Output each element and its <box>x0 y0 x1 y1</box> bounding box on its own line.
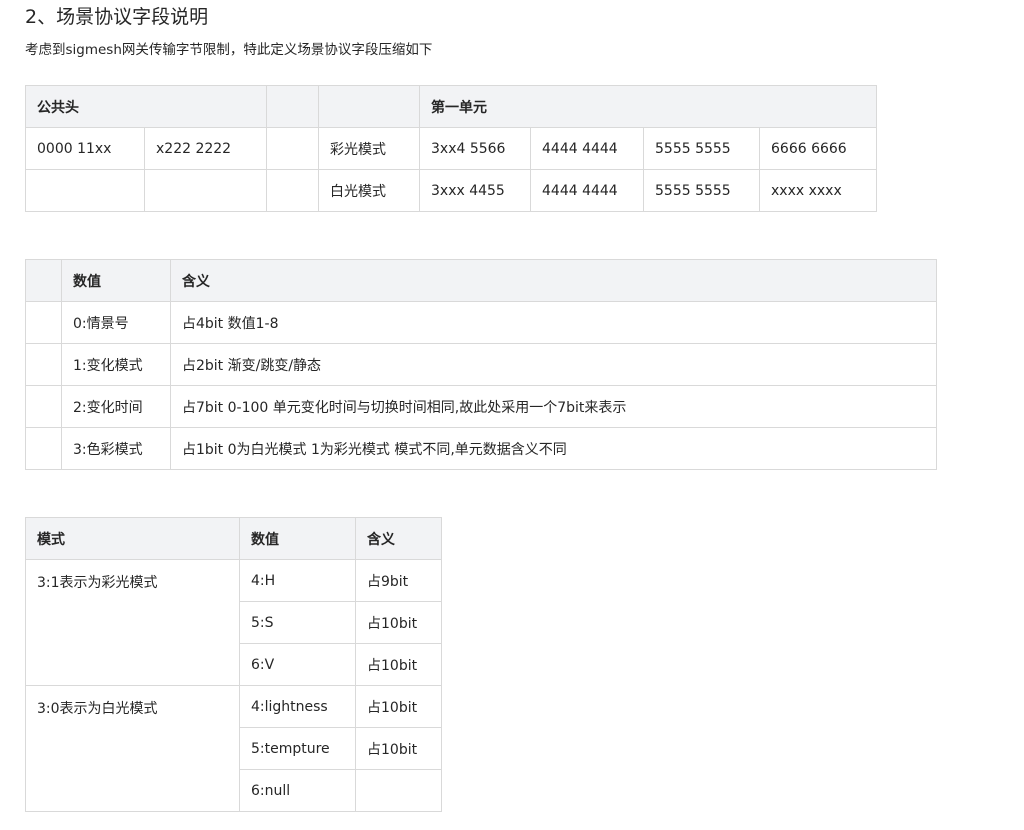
header-first-unit: 第一单元 <box>419 85 877 128</box>
table-cell <box>144 169 267 212</box>
table-cell: 占10bit <box>355 643 442 686</box>
header-value: 数值 <box>239 517 356 560</box>
table-cell: 占10bit <box>355 685 442 728</box>
header-value: 数值 <box>61 259 171 302</box>
table-cell: xxxx xxxx <box>759 169 877 212</box>
field-meaning-table: 数值 含义 0:情景号 占4bit 数值1-8 1:变化模式 占2bit 渐变/… <box>25 259 937 470</box>
table-cell: 4:lightness <box>239 685 356 728</box>
table-cell <box>25 343 62 386</box>
table-cell: 占9bit <box>355 559 442 602</box>
intro-text: 考虑到sigmesh网关传输字节限制，特此定义场景协议字段压缩如下 <box>25 42 433 58</box>
table-cell: x222 2222 <box>144 127 267 170</box>
table-cell-mode: 3:0表示为白光模式 <box>25 685 240 812</box>
table-row: 1:变化模式 占2bit 渐变/跳变/静态 <box>25 343 937 386</box>
table-cell: 3:色彩模式 <box>61 427 171 470</box>
table-header-row: 数值 含义 <box>25 259 937 302</box>
table-cell: 5:tempture <box>239 727 356 770</box>
header-empty <box>266 85 319 128</box>
table-header-row: 模式 数值 含义 <box>25 517 442 560</box>
table-cell: 0000 11xx <box>25 127 145 170</box>
table-cell-mode: 3:1表示为彩光模式 <box>25 559 240 686</box>
header-empty <box>318 85 420 128</box>
table-row: 3:0表示为白光模式 4:lightness 占10bit <box>25 685 442 812</box>
table-cell: 6:null <box>239 769 356 812</box>
table-cell: 5555 5555 <box>643 169 760 212</box>
table-row: 0000 11xx x222 2222 彩光模式 3xx4 5566 4444 … <box>25 127 877 170</box>
table-cell: 4:H <box>239 559 356 602</box>
table-cell: 5555 5555 <box>643 127 760 170</box>
table-cell: 占10bit <box>355 601 442 644</box>
header-empty <box>25 259 62 302</box>
table-cell: 0:情景号 <box>61 301 171 344</box>
table-cell: 6666 6666 <box>759 127 877 170</box>
table-cell: 2:变化时间 <box>61 385 171 428</box>
table-cell: 6:V <box>239 643 356 686</box>
table-row: 0:情景号 占4bit 数值1-8 <box>25 301 937 344</box>
table-cell <box>25 427 62 470</box>
table-row: 2:变化时间 占7bit 0-100 单元变化时间与切换时间相同,故此处采用一个… <box>25 385 937 428</box>
table-cell <box>355 769 442 812</box>
table-cell: 占4bit 数值1-8 <box>170 301 937 344</box>
table-cell: 1:变化模式 <box>61 343 171 386</box>
header-mode: 模式 <box>25 517 240 560</box>
page-title: 2、场景协议字段说明 <box>25 6 209 28</box>
table-cell: 4444 4444 <box>530 127 644 170</box>
table-cell: 3xxx 4455 <box>419 169 531 212</box>
table-row: 3:1表示为彩光模式 4:H 占9bit <box>25 559 442 686</box>
mode-unit-table: 模式 数值 含义 3:1表示为彩光模式 4:H 占9bit 5:S 占10bit… <box>25 517 442 812</box>
table-cell: 占7bit 0-100 单元变化时间与切换时间相同,故此处采用一个7bit来表示 <box>170 385 937 428</box>
table-cell <box>266 127 319 170</box>
table-cell: 占1bit 0为白光模式 1为彩光模式 模式不同,单元数据含义不同 <box>170 427 937 470</box>
table-cell: 5:S <box>239 601 356 644</box>
table-cell <box>25 301 62 344</box>
header-meaning: 含义 <box>170 259 937 302</box>
table-cell: 占10bit <box>355 727 442 770</box>
table-cell: 白光模式 <box>318 169 420 212</box>
table-cell <box>266 169 319 212</box>
table-cell <box>25 169 145 212</box>
table-row: 3:色彩模式 占1bit 0为白光模式 1为彩光模式 模式不同,单元数据含义不同 <box>25 427 937 470</box>
table-header-row: 公共头 第一单元 <box>25 85 877 128</box>
table-row: 白光模式 3xxx 4455 4444 4444 5555 5555 xxxx … <box>25 169 877 212</box>
table-cell: 彩光模式 <box>318 127 420 170</box>
header-meaning: 含义 <box>355 517 442 560</box>
header-common-head: 公共头 <box>25 85 267 128</box>
table-cell: 占2bit 渐变/跳变/静态 <box>170 343 937 386</box>
frame-layout-table: 公共头 第一单元 0000 11xx x222 2222 彩光模式 3xx4 5… <box>25 85 877 212</box>
table-cell: 4444 4444 <box>530 169 644 212</box>
table-cell <box>25 385 62 428</box>
table-cell: 3xx4 5566 <box>419 127 531 170</box>
